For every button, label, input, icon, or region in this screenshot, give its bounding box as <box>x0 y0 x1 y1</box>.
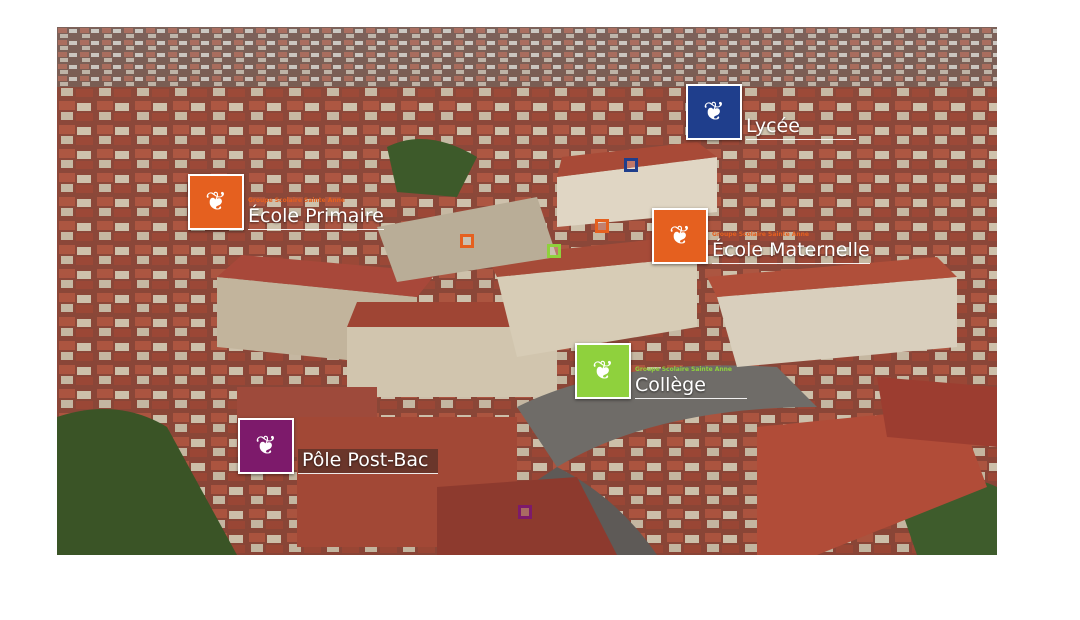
lycee-label[interactable]: ❦ Lycée <box>686 84 856 140</box>
aerial-town-photo <box>57 27 997 555</box>
tree-hand-icon: ❦ <box>669 221 691 251</box>
tree-hand-icon: ❦ <box>592 356 614 386</box>
marker-maternelle[interactable] <box>595 219 609 233</box>
ecole-primaire-logo: ❦ <box>188 174 244 230</box>
marker-college[interactable] <box>547 244 561 258</box>
pole-post-bac-label[interactable]: ❦ Pôle Post-Bac <box>238 418 439 474</box>
college-label[interactable]: ❦ Groupe Scolaire Sainte Anne Collège <box>575 343 747 399</box>
ecole-maternelle-logo: ❦ <box>652 208 708 264</box>
ecole-primaire-label[interactable]: ❦ Groupe Scolaire Sainte Anne École Prim… <box>188 174 384 230</box>
ecole-maternelle-name: École Maternelle <box>712 239 870 264</box>
ecole-maternelle-group-name: Groupe Scolaire Sainte Anne <box>712 231 809 238</box>
ecole-primaire-group-name: Groupe Scolaire Sainte Anne <box>248 197 345 204</box>
college-logo: ❦ <box>575 343 631 399</box>
marker-postbac[interactable] <box>518 505 532 519</box>
ecole-primaire-name: École Primaire <box>248 205 384 230</box>
college-name: Collège <box>635 374 747 399</box>
marker-primaire[interactable] <box>460 234 474 248</box>
aerial-scene <box>57 27 997 555</box>
tree-hand-icon: ❦ <box>205 187 227 217</box>
college-group-name: Groupe Scolaire Sainte Anne <box>635 366 732 373</box>
lycee-name: Lycée <box>746 115 856 140</box>
lycee-logo: ❦ <box>686 84 742 140</box>
marker-lycee[interactable] <box>624 158 638 172</box>
pole-post-bac-logo: ❦ <box>238 418 294 474</box>
ecole-maternelle-label[interactable]: ❦ Groupe Scolaire Sainte Anne École Mate… <box>652 208 870 264</box>
pole-post-bac-name: Pôle Post-Bac <box>298 449 439 474</box>
tree-hand-icon: ❦ <box>255 431 277 461</box>
tree-hand-icon: ❦ <box>703 97 725 127</box>
